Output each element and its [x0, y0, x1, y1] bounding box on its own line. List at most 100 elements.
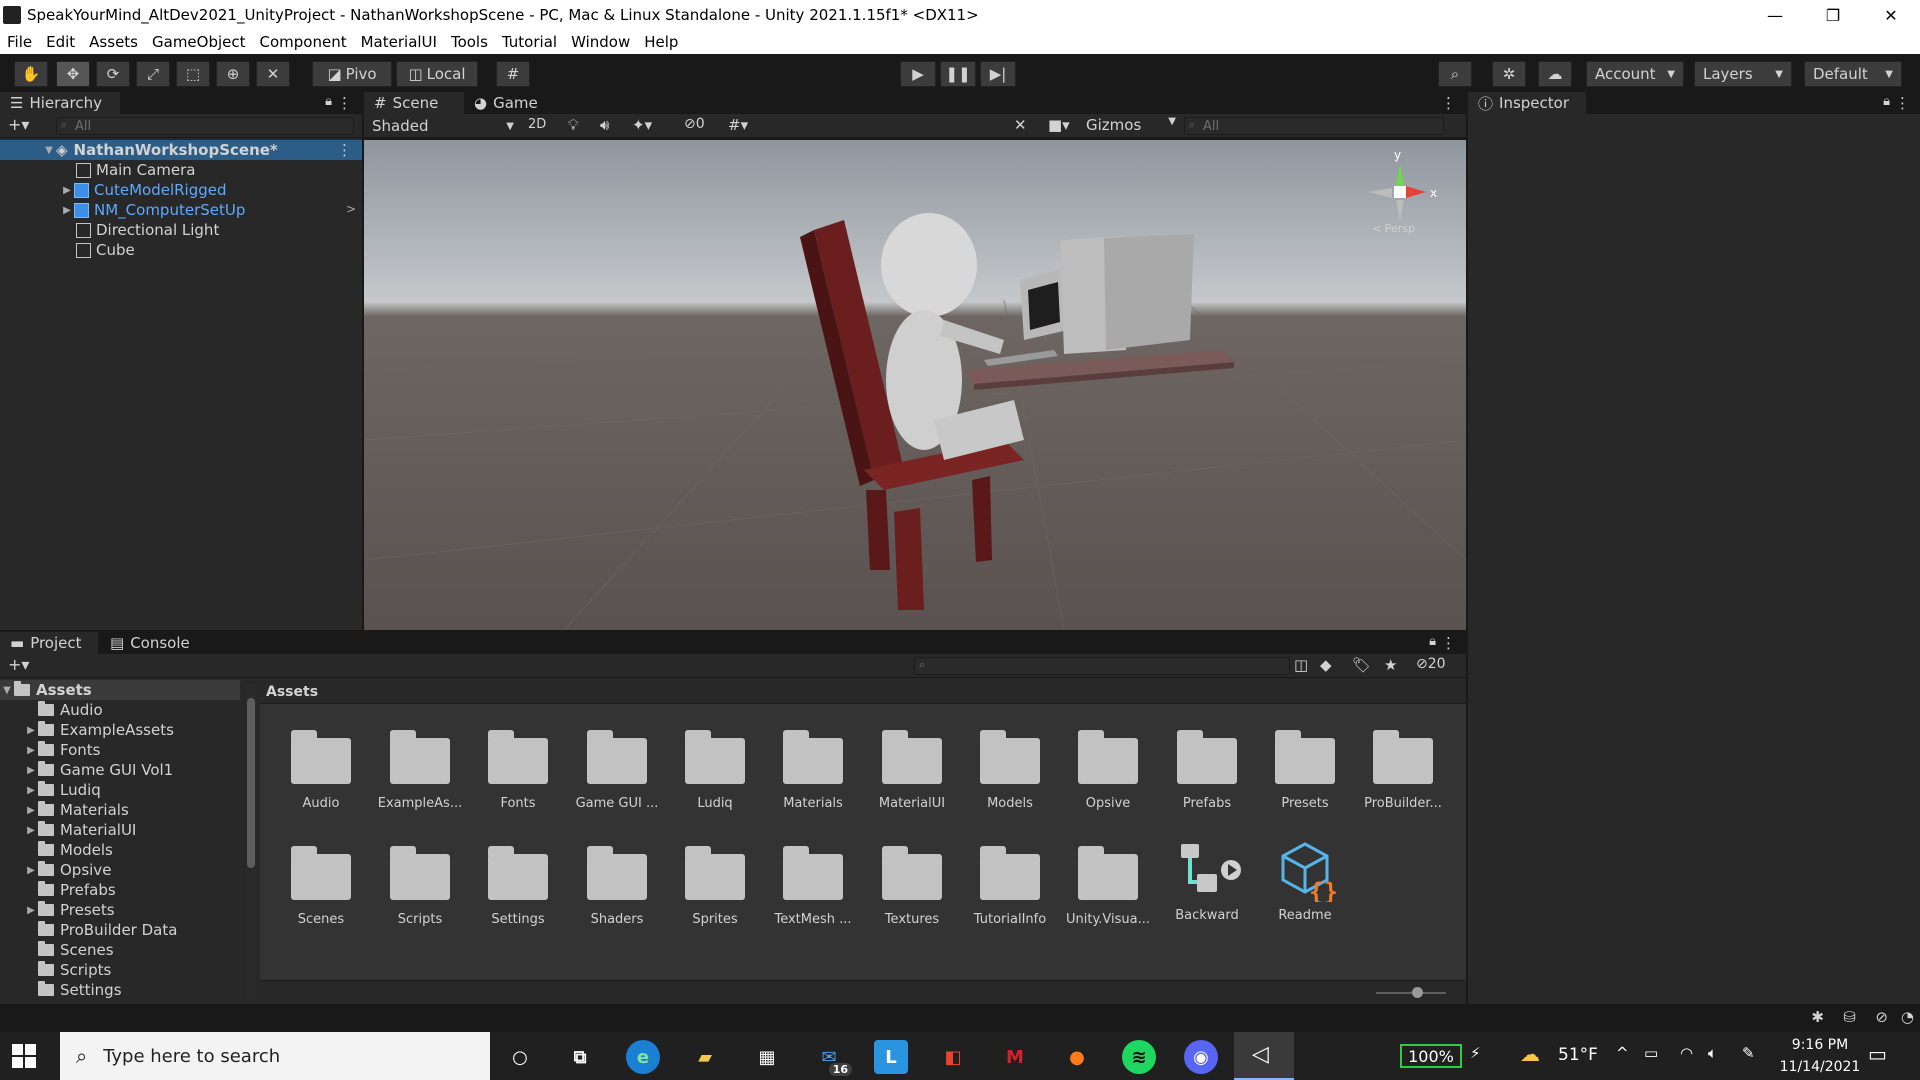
tree-item[interactable]: Scenes: [24, 940, 114, 960]
asset-folder[interactable]: ProBuilder...: [1358, 730, 1448, 811]
asset-folder[interactable]: Audio: [276, 730, 366, 811]
layers-dropdown[interactable]: Layers ▼: [1694, 61, 1792, 87]
search-window-icon[interactable]: ◫: [1294, 656, 1308, 674]
chevron-up-icon[interactable]: ^: [1616, 1044, 1629, 1062]
hierarchy-item[interactable]: Directional Light: [76, 220, 219, 240]
effects-toggle-icon[interactable]: ✦▾: [632, 116, 652, 134]
expand-arrow-icon[interactable]: ▼: [0, 685, 14, 696]
kebab-menu-icon[interactable]: ⋮: [337, 141, 352, 159]
slider-thumb[interactable]: [1412, 987, 1423, 998]
kebab-menu-icon[interactable]: ⋮: [1441, 94, 1456, 112]
play-button[interactable]: ▶: [900, 61, 936, 87]
maximize-button[interactable]: ❐: [1804, 0, 1862, 30]
asset-folder[interactable]: Materials: [768, 730, 858, 811]
pause-button[interactable]: ❚❚: [940, 61, 976, 87]
filter-label-icon[interactable]: 🏷︎: [1352, 656, 1371, 674]
expand-arrow-icon[interactable]: ▶: [24, 745, 38, 756]
tree-item[interactable]: Prefabs: [24, 880, 116, 900]
hierarchy-item[interactable]: ▶ NM_ComputerSetUp: [60, 200, 245, 220]
asset-visual-script[interactable]: Backward: [1162, 840, 1252, 923]
filter-type-icon[interactable]: ◆: [1320, 656, 1332, 674]
project-search-input[interactable]: ⌕: [914, 657, 1290, 675]
menu-assets[interactable]: Assets: [82, 33, 145, 51]
lock-icon[interactable]: 🔒︎: [1883, 94, 1890, 109]
menu-gameobject[interactable]: GameObject: [145, 33, 253, 51]
tab-inspector[interactable]: ⓘ Inspector: [1468, 92, 1586, 114]
local-toggle[interactable]: ◫ Local: [396, 61, 478, 87]
icon-size-slider[interactable]: [1376, 987, 1446, 998]
tab-game[interactable]: ◕ Game: [464, 92, 554, 114]
launcher-app[interactable]: L: [874, 1040, 908, 1074]
tree-item[interactable]: ▶ Fonts: [24, 740, 100, 760]
expand-arrow-icon[interactable]: ▶: [60, 185, 74, 196]
menu-file[interactable]: File: [0, 33, 39, 51]
store-app[interactable]: ▦: [750, 1040, 784, 1074]
menu-tools[interactable]: Tools: [444, 33, 495, 51]
pen-icon[interactable]: ✎: [1742, 1044, 1755, 1062]
asset-folder[interactable]: Fonts: [473, 730, 563, 811]
orientation-gizmo[interactable]: y x < Persp: [1360, 146, 1440, 236]
task-view-button[interactable]: ⧉: [563, 1040, 597, 1074]
scene-viewport[interactable]: y x < Persp: [364, 140, 1466, 630]
menu-edit[interactable]: Edit: [39, 33, 82, 51]
hierarchy-item[interactable]: Main Camera: [76, 160, 195, 180]
file-explorer-app[interactable]: ▰: [688, 1040, 722, 1074]
close-button[interactable]: ✕: [1862, 0, 1920, 30]
expand-arrow-icon[interactable]: ▶: [24, 725, 38, 736]
hidden-objects-toggle[interactable]: ⊘0: [684, 116, 705, 132]
asset-readme[interactable]: {} Readme: [1260, 840, 1350, 923]
clock[interactable]: 9:16 PM 11/14/2021: [1770, 1034, 1870, 1078]
create-plus-button[interactable]: +▾: [8, 655, 29, 674]
search-button[interactable]: ⌕: [1438, 61, 1472, 87]
hierarchy-item[interactable]: Cube: [76, 240, 135, 260]
move-tool-button[interactable]: ✥: [56, 61, 90, 87]
asset-folder[interactable]: Scenes: [276, 846, 366, 927]
menu-window[interactable]: Window: [564, 33, 637, 51]
tree-item[interactable]: Audio: [24, 700, 103, 720]
tree-root-assets[interactable]: ▼ Assets: [0, 680, 240, 700]
expand-arrow-icon[interactable]: ▶: [24, 905, 38, 916]
tree-item[interactable]: ▶ Presets: [24, 900, 115, 920]
hierarchy-item[interactable]: ▶ CuteModelRigged: [60, 180, 226, 200]
wifi-icon[interactable]: ◠: [1680, 1044, 1693, 1062]
tree-item[interactable]: Models: [24, 840, 113, 860]
asset-folder[interactable]: TutorialInfo: [965, 846, 1055, 927]
scrollbar-thumb[interactable]: [247, 698, 255, 868]
menu-component[interactable]: Component: [253, 33, 354, 51]
weather-cloud-icon[interactable]: ☁: [1520, 1042, 1540, 1066]
unity-taskbar-app[interactable]: ◁: [1234, 1032, 1294, 1080]
tab-project[interactable]: ▬ Project: [0, 632, 98, 654]
bug-icon[interactable]: ✱: [1811, 1008, 1824, 1026]
kebab-menu-icon[interactable]: ⋮: [1441, 634, 1456, 652]
asset-folder[interactable]: Opsive: [1063, 730, 1153, 811]
volume-icon[interactable]: 🔈︎: [1708, 1044, 1717, 1062]
expand-arrow-icon[interactable]: ▶: [60, 205, 74, 216]
chevron-right-icon[interactable]: >: [346, 202, 356, 216]
weather-temperature[interactable]: 51°F: [1558, 1045, 1598, 1065]
hierarchy-search-input[interactable]: ⌕ All: [56, 117, 354, 135]
cache-server-icon[interactable]: ⛁: [1843, 1008, 1856, 1026]
asset-folder[interactable]: Scripts: [375, 846, 465, 927]
tree-item[interactable]: ▶ ExampleAssets: [24, 720, 174, 740]
tools-toggle-icon[interactable]: ✕: [1014, 116, 1027, 134]
firefox-app[interactable]: ●: [1060, 1040, 1094, 1074]
lighting-toggle-icon[interactable]: 💡︎: [568, 116, 579, 134]
audio-toggle-icon[interactable]: 🔊︎: [600, 116, 609, 134]
scale-tool-button[interactable]: ⤢: [136, 61, 170, 87]
progress-check-icon[interactable]: ◔: [1901, 1008, 1914, 1026]
grid-snap-button[interactable]: #: [496, 61, 530, 87]
tree-item[interactable]: ▶ Opsive: [24, 860, 111, 880]
asset-folder[interactable]: Sprites: [670, 846, 760, 927]
asset-folder[interactable]: MaterialUI: [867, 730, 957, 811]
step-button[interactable]: ▶|: [980, 61, 1016, 87]
edge-app[interactable]: e: [626, 1040, 660, 1074]
projection-label[interactable]: < Persp: [1372, 222, 1415, 235]
toggle-2d-button[interactable]: 2D: [528, 117, 546, 132]
hand-tool-button[interactable]: ✋: [14, 61, 48, 87]
hidden-packages-toggle[interactable]: ⊘20: [1416, 656, 1446, 672]
asset-folder[interactable]: Game GUI ...: [572, 730, 662, 811]
custom-tool-button[interactable]: ✕: [256, 61, 290, 87]
kebab-menu-icon[interactable]: ⋮: [337, 94, 352, 112]
tree-item[interactable]: ▶ Game GUI Vol1: [24, 760, 173, 780]
pivot-toggle[interactable]: ◪ Pivo: [312, 61, 392, 87]
